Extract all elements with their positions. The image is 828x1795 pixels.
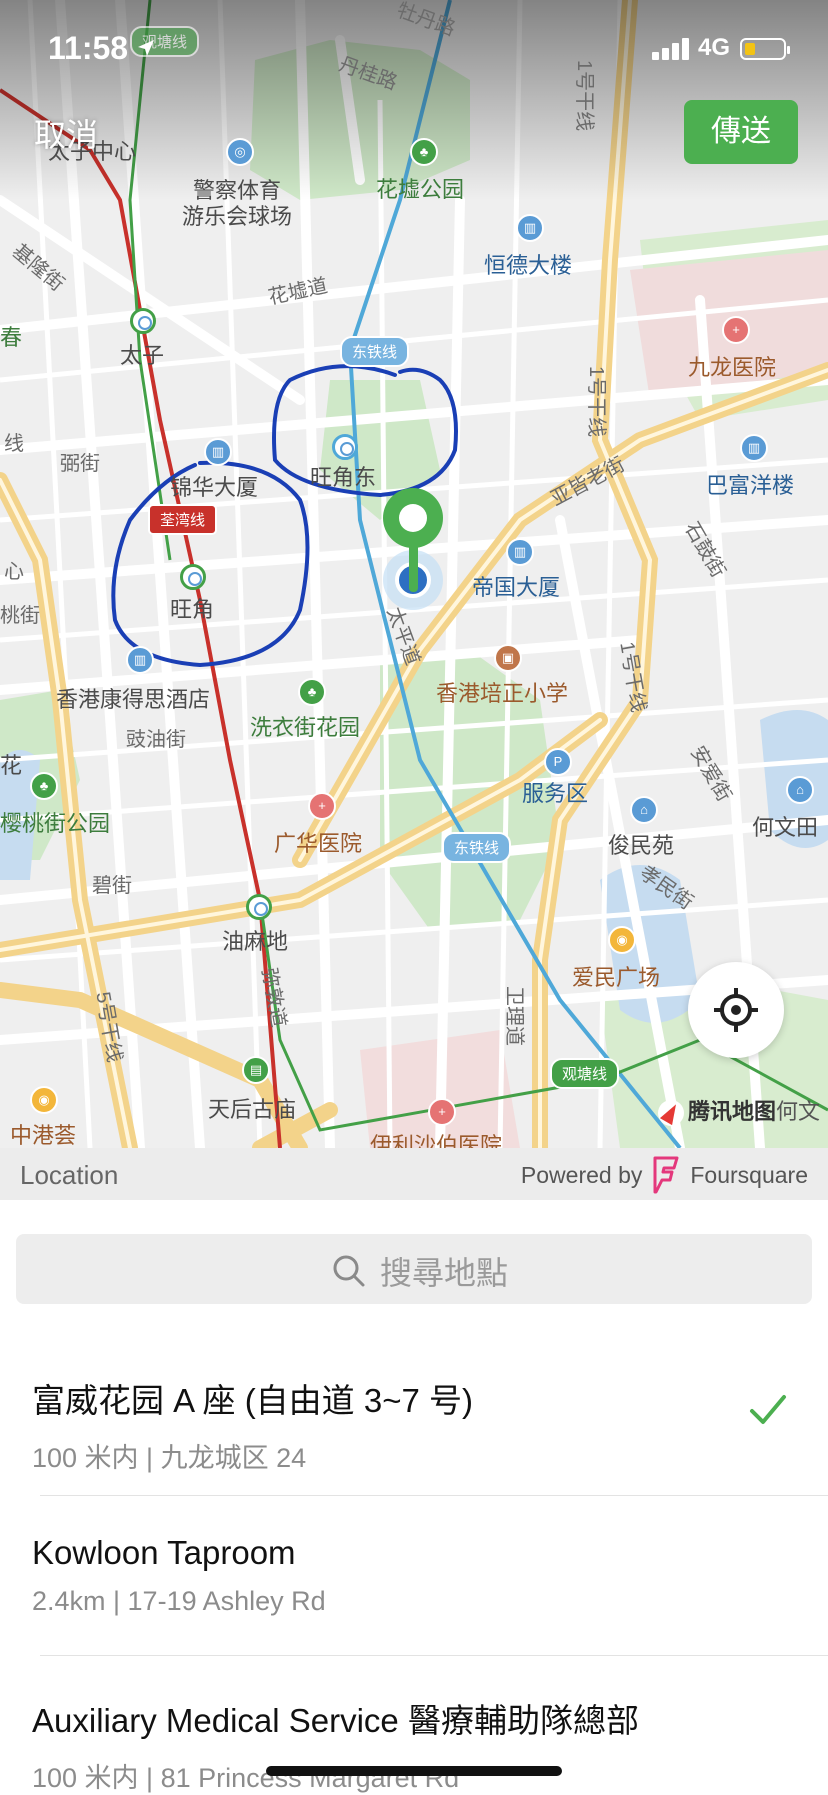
divider [40,1655,828,1656]
stadium-icon[interactable]: ◎ [226,138,254,166]
cancel-button[interactable]: 取消 [34,110,98,156]
map-label: 俊民苑 [608,833,675,858]
map-label: 爱民广场 [572,965,661,990]
map-label: 警察体育 游乐会球场 [182,178,293,229]
map-label: 九龙医院 [688,355,777,380]
place-list-item[interactable]: Auxiliary Medical Service 醫療輔助隊總部 100 米内… [32,1694,812,1795]
map-label: 豉油街 [126,729,186,751]
map-label: 帝国大厦 [472,575,561,600]
building-icon[interactable]: ▥ [740,434,768,462]
map-label: 香港康得思酒店 [56,687,211,712]
map-label: 服务区 [522,781,589,806]
residence-icon[interactable]: ⌂ [786,776,814,804]
map-label: 天后古庙 [208,1097,297,1122]
selected-check-icon [750,1395,786,1424]
park-icon[interactable]: ♣ [410,138,438,166]
search-placeholder: 搜尋地點 [380,1255,509,1291]
place-list-item[interactable]: 富威花园 A 座 (自由道 3~7 号) 100 米内 | 九龙城区 24 [32,1374,812,1475]
mtr-station-icon[interactable] [180,564,206,590]
crosshair-icon [714,988,758,1032]
map-label: 锦华大厦 [170,475,259,500]
map-label: 1号干线 [585,366,607,438]
parking-icon[interactable]: P [544,748,572,776]
place-name: Kowloon Taproom [32,1534,296,1571]
map-label: 广华医院 [274,831,363,856]
hospital-icon[interactable]: + [428,1098,456,1126]
battery-icon [740,38,790,60]
map-label: 碧街 [92,875,132,897]
signal-icon [652,38,689,60]
powered-by: Powered by Foursquare [521,1156,808,1194]
hotel-icon[interactable]: ▥ [126,646,154,674]
school-icon[interactable]: ▣ [494,644,522,672]
map-label: 伊利沙伯医院 [370,1133,503,1149]
hospital-icon[interactable]: + [308,792,336,820]
mtr-station-icon[interactable] [332,434,358,460]
building-icon[interactable]: ▥ [506,538,534,566]
search-input[interactable]: 搜尋地點 [16,1234,812,1304]
mtr-station-icon[interactable] [246,894,272,920]
foursquare-logo-icon [653,1156,679,1194]
sheet-header: Location Powered by Foursquare [0,1148,828,1200]
shopping-icon[interactable]: ◉ [30,1086,58,1114]
home-indicator[interactable] [266,1766,562,1776]
foursquare-wordmark: Foursquare [690,1161,808,1188]
residence-icon[interactable]: ⌂ [630,796,658,824]
map-label: 太子 [120,343,165,368]
building-icon[interactable]: ▥ [516,214,544,242]
map-label: 花墟公园 [376,177,465,202]
map-view[interactable]: 牡丹路 丹桂路 太子中心 警察体育 游乐会球场 花墟公园 恒德大楼 花墟道 基隆… [0,0,828,1148]
map-label: 春 [0,325,23,350]
map-label: 中港荟 [10,1123,77,1148]
divider [40,1495,828,1496]
map-label: 弼街 [60,453,100,475]
map-label: 洗衣街花园 [250,715,361,740]
map-attribution: 腾讯地图何文 [658,1094,821,1127]
temple-icon[interactable]: ▤ [242,1056,270,1084]
map-label: 油麻地 [222,929,289,954]
map-label: 旺角东 [310,465,377,490]
map-label: 何文田 [752,815,819,840]
hospital-icon[interactable]: + [722,316,750,344]
park-icon[interactable]: ♣ [30,772,58,800]
place-detail: 2.4km | 17-19 Ashley Rd [32,1586,326,1616]
line-tag-east-rail: 东铁线 [340,336,410,367]
map-label: 线 [4,433,24,455]
map-label: 香港培正小学 [436,681,569,706]
location-arrow-icon [138,40,154,56]
map-attribution-extra: 何文 [776,1099,821,1124]
status-bar: 11:58 4G [0,0,828,100]
map-label: 恒德大楼 [484,253,573,278]
park-icon[interactable]: ♣ [298,678,326,706]
place-detail: 100 米内 | 九龙城区 24 [32,1443,307,1473]
place-name: 富威花园 A 座 (自由道 3~7 号) [32,1382,473,1419]
map-label: 心 [4,561,24,583]
map-label: 桃街 [0,605,40,627]
line-tag-east-rail: 东铁线 [442,832,512,863]
map-attribution-text: 腾讯地图 [688,1099,777,1124]
powered-by-text: Powered by [520,1161,643,1188]
place-name: Auxiliary Medical Service 醫療輔助隊總部 [32,1702,639,1739]
map-label: 樱桃街公园 [0,811,111,836]
tencent-map-logo-icon [658,1100,684,1127]
building-icon[interactable]: ▥ [204,438,232,466]
place-list-item[interactable]: Kowloon Taproom 2.4km | 17-19 Ashley Rd [32,1534,812,1617]
location-label: Location [20,1160,119,1190]
search-icon [333,1255,365,1287]
status-time: 11:58 [48,30,129,66]
recenter-location-button[interactable] [688,962,784,1058]
map-label: 旺角 [170,597,215,622]
map-label: 卫理道 [503,986,525,1046]
network-type: 4G [698,34,731,61]
mtr-station-icon[interactable] [130,308,156,334]
send-button[interactable]: 傳送 [684,100,798,164]
map-label: 花 [0,753,23,778]
line-tag-kwun-tong: 观塘线 [550,1058,620,1089]
shopping-icon[interactable]: ◉ [608,926,636,954]
map-label: 巴富洋楼 [706,473,795,498]
line-tag-tsuen-wan: 荃湾线 [148,504,218,535]
